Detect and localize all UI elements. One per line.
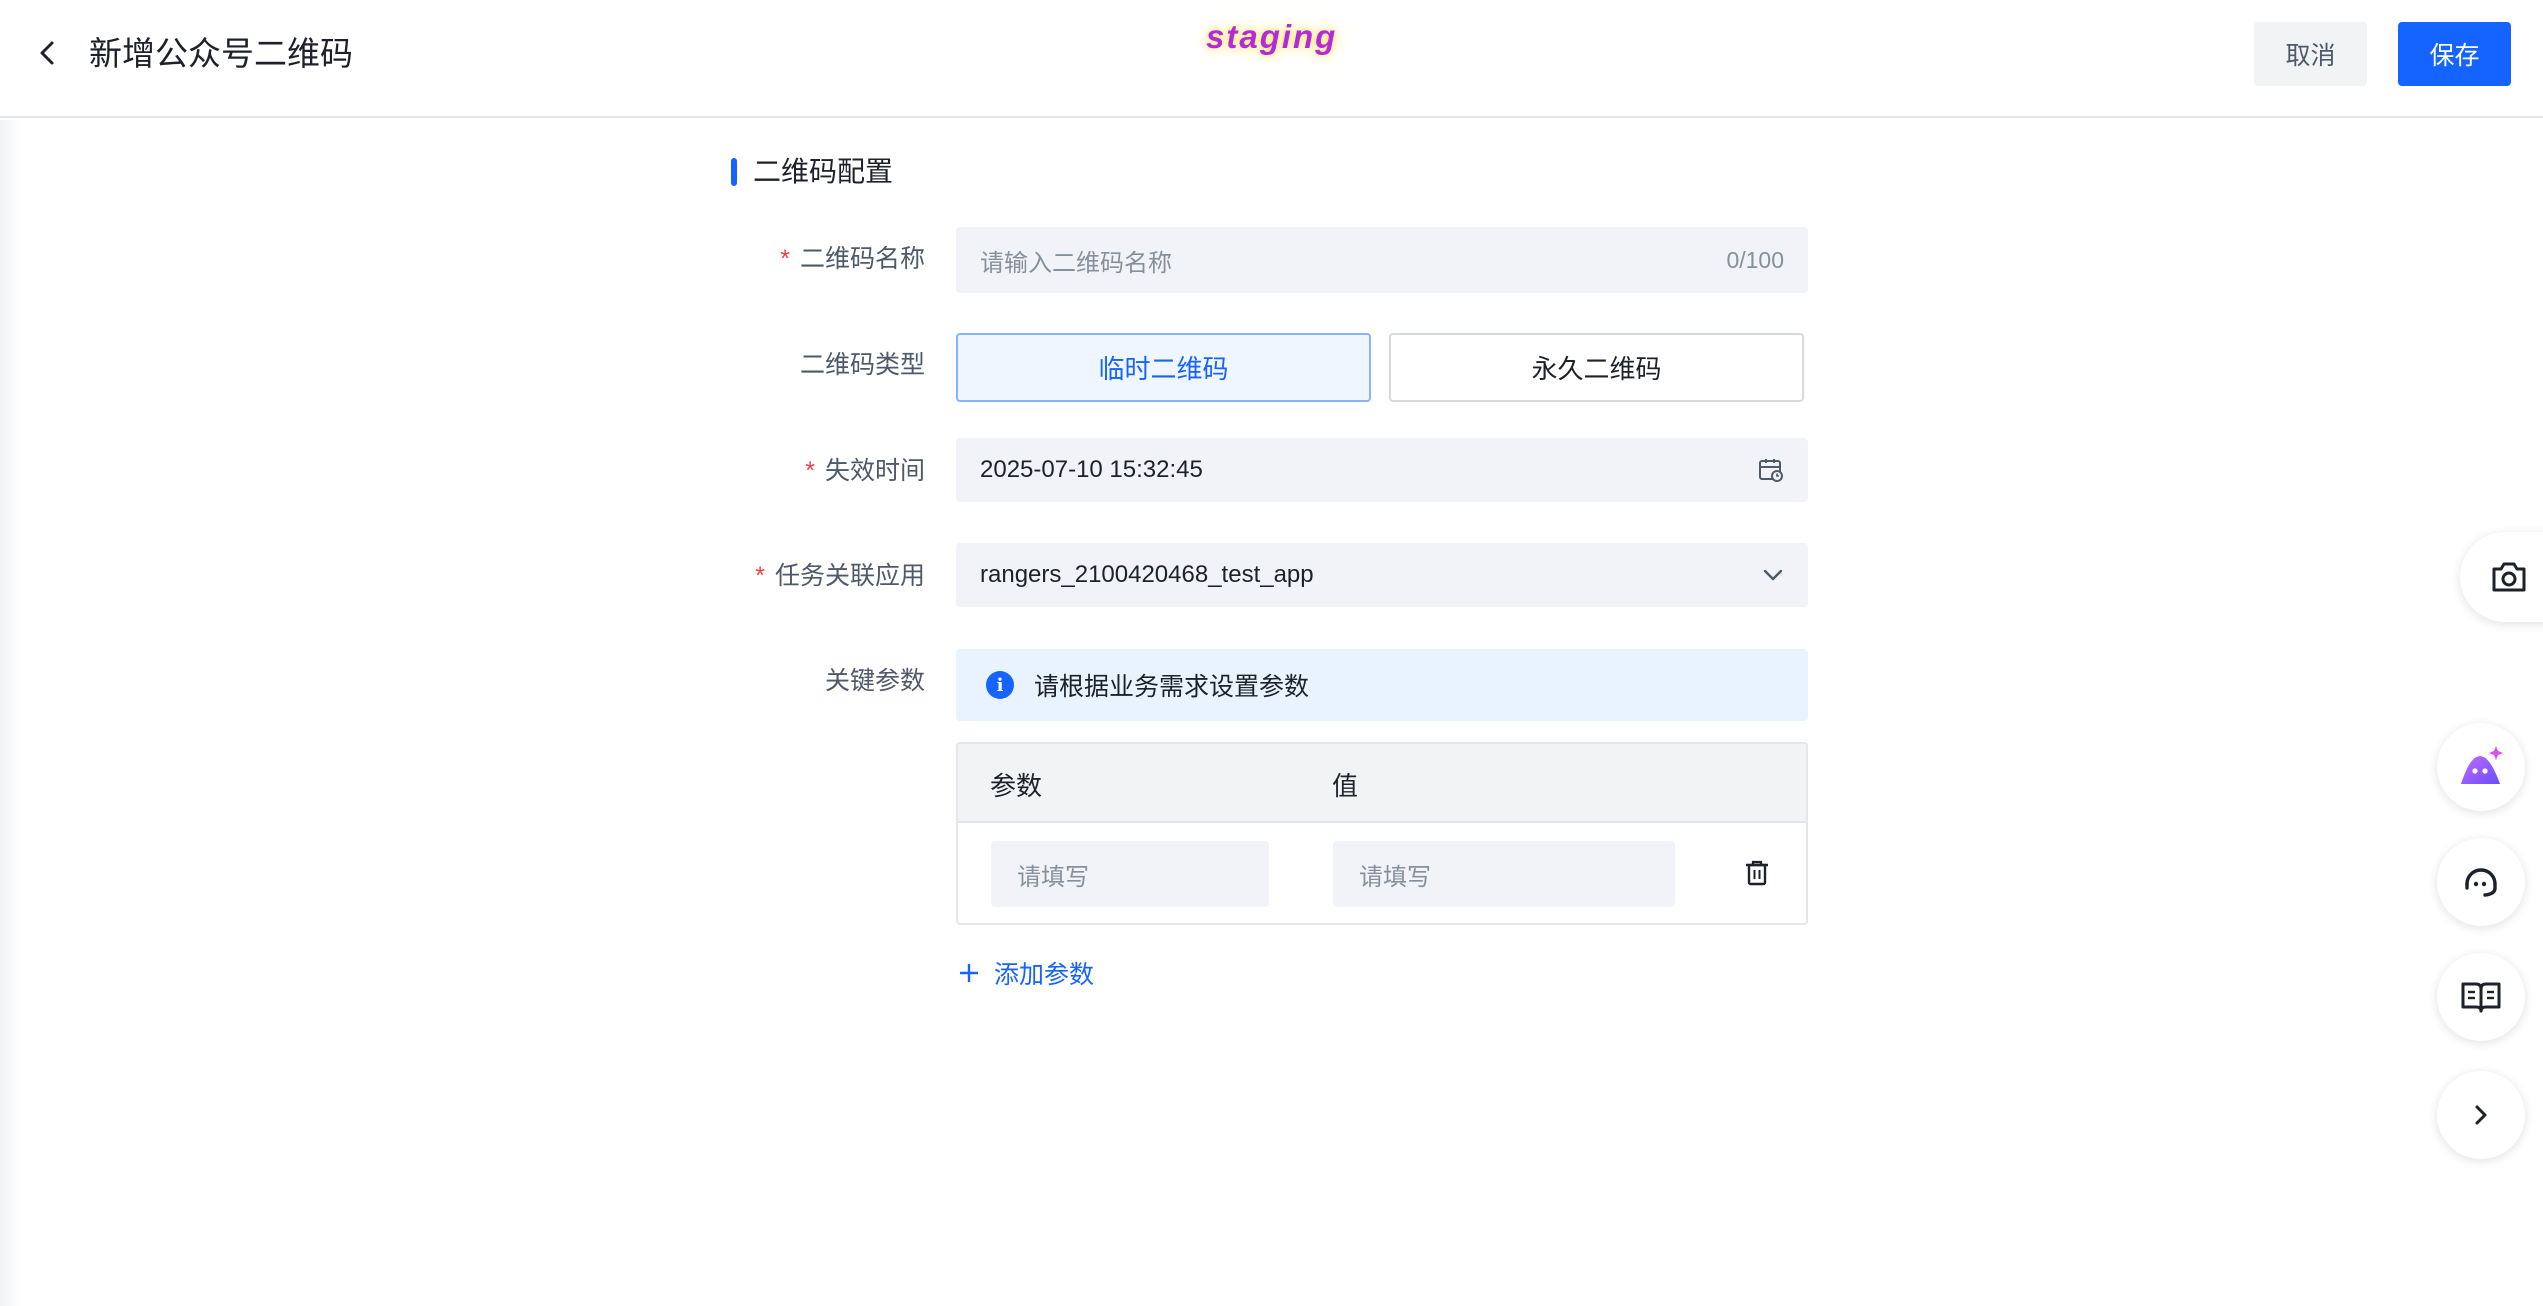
camera-icon bbox=[2492, 562, 2526, 592]
param-name-input[interactable]: 请填写 bbox=[991, 841, 1269, 907]
save-button[interactable]: 保存 bbox=[2398, 22, 2511, 86]
chevron-right-icon bbox=[2475, 1105, 2487, 1125]
left-shadow bbox=[0, 120, 22, 1306]
add-param-label: 添加参数 bbox=[994, 961, 1095, 989]
task-app-select[interactable]: rangers_2100420468_test_app bbox=[956, 543, 1808, 607]
docs-book-icon bbox=[2461, 982, 2501, 1013]
trash-icon bbox=[1746, 860, 1768, 886]
expire-time-picker[interactable]: 2025-07-10 15:32:45 bbox=[956, 438, 1808, 502]
param-value-input[interactable]: 请填写 bbox=[1333, 841, 1675, 907]
customer-service-button[interactable] bbox=[2437, 838, 2525, 926]
ai-assistant-button[interactable] bbox=[2437, 723, 2525, 811]
add-param-button[interactable]: 添加参数 bbox=[958, 955, 1094, 991]
plus-icon bbox=[958, 962, 980, 984]
ai-assistant-icon bbox=[2461, 746, 2503, 784]
section-accent-bar bbox=[731, 158, 737, 186]
params-alert-text: 请根据业务需求设置参数 bbox=[1034, 673, 1310, 701]
char-count: 0/100 bbox=[1726, 246, 1784, 273]
page: 新增公众号二维码 staging 取消 保存 二维码配置 * 二维码名称 请输入二… bbox=[0, 0, 2543, 1306]
customer-service-icon bbox=[2465, 868, 2497, 897]
qrcode-name-label: * 二维码名称 bbox=[780, 245, 925, 273]
delete-row-button[interactable] bbox=[1740, 856, 1774, 890]
docs-button[interactable] bbox=[2437, 953, 2525, 1041]
type-option-temporary[interactable]: 临时二维码 bbox=[956, 333, 1371, 402]
screenshot-tool-button[interactable] bbox=[2460, 532, 2543, 622]
key-params-label: 关键参数 bbox=[824, 667, 925, 695]
qrcode-name-placeholder: 请输入二维码名称 bbox=[980, 249, 1172, 277]
chevron-down-icon bbox=[1762, 568, 1784, 582]
required-mark: * bbox=[780, 245, 790, 273]
task-app-value: rangers_2100420468_test_app bbox=[980, 561, 1314, 588]
calendar-icon bbox=[1758, 457, 1784, 483]
qrcode-type-label: 二维码类型 bbox=[799, 351, 925, 379]
page-title: 新增公众号二维码 bbox=[89, 35, 353, 72]
task-app-label: * 任务关联应用 bbox=[755, 562, 925, 590]
env-badge: staging bbox=[1206, 18, 1338, 55]
back-button[interactable] bbox=[30, 36, 64, 70]
expire-time-label: * 失效时间 bbox=[805, 457, 925, 485]
collapse-tools-button[interactable] bbox=[2437, 1071, 2525, 1159]
qrcode-name-input[interactable]: 请输入二维码名称 0/100 bbox=[956, 227, 1808, 293]
required-mark: * bbox=[805, 457, 815, 485]
info-icon: i bbox=[986, 671, 1014, 699]
param-value-placeholder: 请填写 bbox=[1359, 863, 1431, 891]
params-info-alert: i 请根据业务需求设置参数 bbox=[956, 649, 1808, 721]
column-header-value: 值 bbox=[1332, 771, 1359, 801]
expire-time-value: 2025-07-10 15:32:45 bbox=[980, 456, 1203, 483]
param-name-placeholder: 请填写 bbox=[1017, 863, 1089, 891]
section-title: 二维码配置 bbox=[753, 156, 894, 187]
type-option-permanent[interactable]: 永久二维码 bbox=[1389, 333, 1804, 402]
required-mark: * bbox=[755, 562, 765, 590]
cancel-button[interactable]: 取消 bbox=[2254, 22, 2367, 86]
chevron-left-icon bbox=[40, 41, 54, 65]
page-header: 新增公众号二维码 staging 取消 保存 bbox=[0, 0, 2543, 118]
params-table-header: 参数 值 bbox=[958, 744, 1806, 823]
params-table: 参数 值 请填写 请填写 bbox=[956, 742, 1808, 925]
column-header-param: 参数 bbox=[990, 771, 1043, 801]
